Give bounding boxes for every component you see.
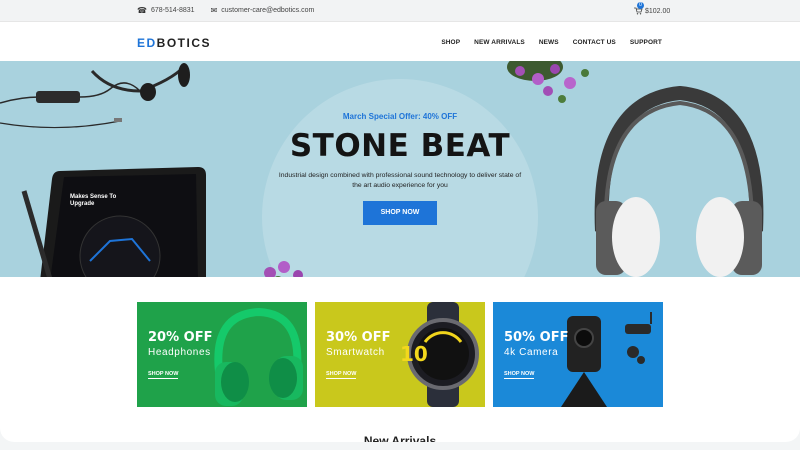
nav-item-support[interactable]: SUPPORT <box>630 39 662 46</box>
nav-item-contact-us[interactable]: CONTACT US <box>573 39 616 46</box>
green-headphones-icon <box>214 307 303 406</box>
promo-card-smartwatch[interactable]: 10 30% OFF Smartwatch SHOP NOW <box>315 302 485 407</box>
site-logo[interactable]: EDBOTICS <box>137 36 211 50</box>
phone-icon: ☎ <box>137 6 147 15</box>
promo-discount: 30% OFF <box>326 330 391 345</box>
browser-frame: ☎ 678-514-8831 ✉ customer-care@edbotics.… <box>0 0 800 450</box>
promo-discount: 20% OFF <box>148 330 213 345</box>
nav-item-news[interactable]: NEWS <box>539 39 559 46</box>
hero-description: Industrial design combined with professi… <box>278 172 522 189</box>
promo-product-name: Smartwatch <box>326 347 385 358</box>
promo-card-headphones[interactable]: 20% OFF Headphones SHOP NOW <box>137 302 307 407</box>
security-camera-icon <box>561 312 652 407</box>
tablet-screen-text: Makes Sense To Upgrade <box>70 194 117 207</box>
page: ☎ 678-514-8831 ✉ customer-care@edbotics.… <box>0 0 800 442</box>
contact-info: ☎ 678-514-8831 ✉ customer-care@edbotics.… <box>137 6 314 15</box>
tablet-image <box>21 167 206 277</box>
site-header: EDBOTICS SHOP NEW ARRIVALS NEWS CONTACT … <box>0 22 800 60</box>
nav-item-shop[interactable]: SHOP <box>441 39 460 46</box>
promo-product-name: Headphones <box>148 347 211 358</box>
hero-banner: Makes Sense To Upgrade March Special Off… <box>0 61 800 277</box>
phone-number[interactable]: 678-514-8831 <box>151 7 195 14</box>
email-address[interactable]: customer-care@edbotics.com <box>221 7 314 14</box>
promo-card-camera[interactable]: 50% OFF 4k Camera SHOP NOW <box>493 302 663 407</box>
hero-offer-text: March Special Offer: 40% OFF <box>342 112 458 121</box>
headphones-image <box>594 85 764 277</box>
promo-discount: 50% OFF <box>504 330 569 345</box>
cart-button[interactable]: 0 $102.00 <box>634 2 671 15</box>
promo-shop-now-link[interactable]: SHOP NOW <box>148 371 179 379</box>
promo-shop-now-link[interactable]: SHOP NOW <box>504 371 535 379</box>
top-bar: ☎ 678-514-8831 ✉ customer-care@edbotics.… <box>0 0 800 22</box>
cart-total: $102.00 <box>645 7 671 15</box>
promo-product-name: 4k Camera <box>504 347 559 358</box>
new-arrivals-heading: New Arrivals <box>363 434 437 442</box>
hero-title: STONE BEAT <box>289 128 511 164</box>
mail-icon: ✉ <box>210 6 218 15</box>
main-nav: SHOP NEW ARRIVALS NEWS CONTACT US SUPPOR… <box>441 39 662 46</box>
flower-bottom-image <box>264 261 303 277</box>
nav-item-new-arrivals[interactable]: NEW ARRIVALS <box>474 39 525 46</box>
cart-count-badge: 0 <box>637 2 644 9</box>
hero-shop-now-button[interactable]: SHOP NOW <box>363 201 437 225</box>
promo-shop-now-link[interactable]: SHOP NOW <box>326 371 357 379</box>
watch-display-digits: 10 <box>400 342 428 366</box>
